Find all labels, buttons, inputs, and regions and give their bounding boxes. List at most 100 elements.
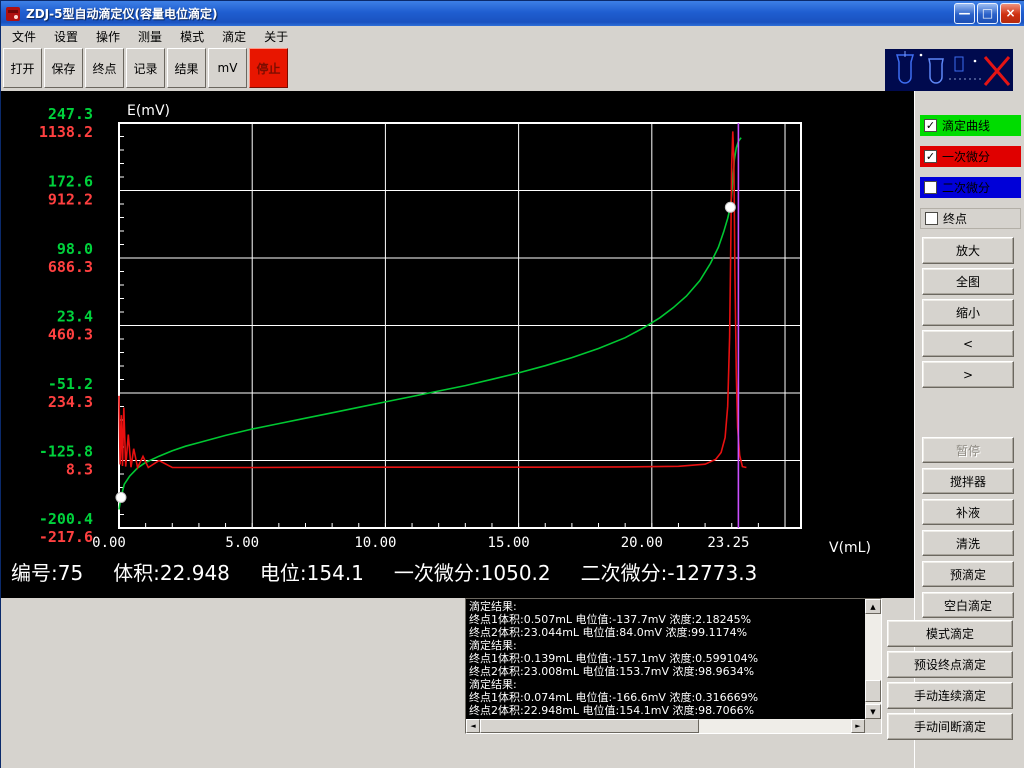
- button-zoom-in[interactable]: 放大: [922, 237, 1014, 264]
- toolbar-button-open[interactable]: 打开: [3, 48, 42, 88]
- y-label-red: 912.2: [48, 191, 93, 209]
- x-label: 23.25: [707, 535, 749, 551]
- horizontal-scrollbar[interactable]: ◄ ►: [466, 719, 865, 733]
- scroll-right-icon[interactable]: ►: [851, 719, 865, 733]
- button-pre-titration[interactable]: 预滴定: [922, 561, 1014, 587]
- console-line: 滴定结果:: [469, 639, 863, 652]
- button-blank-titration[interactable]: 空白滴定: [922, 592, 1014, 618]
- toolbar-button-save[interactable]: 保存: [44, 48, 83, 88]
- button-manual-continuous-titration[interactable]: 手动连续滴定: [887, 682, 1013, 709]
- titration-curve: [119, 138, 741, 510]
- console-line: 终点1体积:0.139mL 电位值:-157.1mV 浓度:0.599104%: [469, 652, 863, 665]
- menu-item-titration[interactable]: 滴定: [213, 26, 255, 47]
- button-clean[interactable]: 清洗: [922, 530, 1014, 556]
- minimize-button[interactable]: —: [954, 3, 975, 24]
- x-label: 0.00: [92, 535, 126, 551]
- x-label: 20.00: [621, 535, 663, 551]
- console-line: 终点2体积:22.948mL 电位值:154.1mV 浓度:98.7066%: [469, 704, 863, 717]
- y-label-red: 234.3: [48, 393, 93, 411]
- scroll-left-icon[interactable]: ◄: [466, 719, 480, 733]
- maximize-button[interactable]: □: [977, 3, 998, 24]
- status-number: 编号:75: [11, 561, 83, 585]
- scroll-up-icon[interactable]: ▲: [865, 599, 881, 614]
- y-label-red: 1138.2: [39, 123, 93, 141]
- console-line: 终点2体积:23.044mL 电位值:84.0mV 浓度:99.1174%: [469, 626, 863, 639]
- toolbar-buttons: 打开保存终点记录结果mV停止: [3, 48, 288, 88]
- toolbar-button-endpoint[interactable]: 终点: [85, 48, 124, 88]
- y-label-green: 98.0: [57, 240, 93, 258]
- console-line: 滴定结果:: [469, 600, 863, 613]
- legend-label-titration-curve: 滴定曲线: [942, 117, 990, 134]
- scroll-down-icon[interactable]: ▼: [865, 704, 881, 719]
- button-stirrer[interactable]: 搅拌器: [922, 468, 1014, 494]
- checkbox-endpoint[interactable]: [925, 212, 938, 225]
- status-line: 编号:75体积:22.948电位:154.1一次微分:1050.2二次微分:-1…: [11, 557, 787, 586]
- checkbox-first-derivative[interactable]: ✓: [924, 150, 937, 163]
- y-label-red: 686.3: [48, 258, 93, 276]
- checkbox-titration-curve[interactable]: ✓: [924, 119, 937, 132]
- y-label-green: 172.6: [48, 173, 93, 191]
- vertical-scrollbar[interactable]: ▲ ▼: [865, 599, 881, 719]
- toolbar-button-record[interactable]: 记录: [126, 48, 165, 88]
- legend-row-first-derivative[interactable]: ✓ 一次微分: [920, 146, 1021, 167]
- endpoint-marker: [725, 202, 735, 212]
- y-label-red: 8.3: [66, 461, 93, 479]
- legend-row-titration-curve[interactable]: ✓ 滴定曲线: [920, 115, 1021, 136]
- toolbar-button-result[interactable]: 结果: [167, 48, 206, 88]
- console-line: 终点2体积:23.008mL 电位值:153.7mV 浓度:98.9634%: [469, 665, 863, 678]
- app-window: ZDJ-5型自动滴定仪(容量电位滴定) — □ × 文件设置操作测量模式滴定关于…: [0, 0, 1024, 768]
- y-label-green: -200.4: [39, 510, 93, 528]
- curve-legend: ✓ 滴定曲线 ✓ 一次微分二次微分终点: [920, 115, 1021, 239]
- button-refill[interactable]: 补液: [922, 499, 1014, 525]
- window-controls: — □ ×: [954, 3, 1021, 24]
- horizontal-scroll-thumb[interactable]: [480, 719, 699, 733]
- button-full-view[interactable]: 全图: [922, 268, 1014, 295]
- status-volume: 体积:22.948: [113, 561, 230, 585]
- console-text: 滴定结果:终点1体积:0.507mL 电位值:-137.7mV 浓度:2.182…: [469, 600, 863, 717]
- legend-label-endpoint: 终点: [943, 210, 967, 227]
- menu-item-operation[interactable]: 操作: [87, 26, 129, 47]
- close-button[interactable]: ×: [1000, 3, 1021, 24]
- menu-item-settings[interactable]: 设置: [45, 26, 87, 47]
- toolbar-button-mv[interactable]: mV: [208, 48, 247, 88]
- x-label: 5.00: [225, 535, 259, 551]
- menu-item-about[interactable]: 关于: [255, 26, 297, 47]
- console-line: 滴定结果:: [469, 678, 863, 691]
- x-axis-title: V(mL): [829, 540, 871, 556]
- button-pan-left[interactable]: <: [922, 330, 1014, 357]
- status-first-derivative: 一次微分:1050.2: [394, 561, 551, 585]
- button-preset-endpoint-titration[interactable]: 预设终点滴定: [887, 651, 1013, 678]
- legend-row-endpoint[interactable]: 终点: [920, 208, 1021, 229]
- y-label-green: 247.3: [48, 105, 93, 123]
- y-axis-title: E(mV): [127, 103, 170, 119]
- checkbox-second-derivative[interactable]: [924, 181, 937, 194]
- status-second-derivative: 二次微分:-12773.3: [581, 561, 758, 585]
- y-label-green: 23.4: [57, 308, 93, 326]
- button-zoom-out[interactable]: 缩小: [922, 299, 1014, 326]
- y-label-green: -51.2: [48, 375, 93, 393]
- button-pause[interactable]: 暂停: [922, 437, 1014, 463]
- zoom-buttons: 放大全图缩小 < >: [922, 237, 1014, 392]
- legend-label-first-derivative: 一次微分: [942, 148, 990, 165]
- menu-item-mode[interactable]: 模式: [171, 26, 213, 47]
- button-manual-intermittent-titration[interactable]: 手动间断滴定: [887, 713, 1013, 740]
- vertical-scroll-thumb[interactable]: [865, 680, 881, 702]
- button-mode-titration[interactable]: 模式滴定: [887, 620, 1013, 647]
- toolbar: 打开保存终点记录结果mV停止: [1, 46, 1024, 91]
- results-console: 滴定结果:终点1体积:0.507mL 电位值:-137.7mV 浓度:2.182…: [465, 598, 882, 734]
- device-graphic: [885, 49, 1013, 91]
- menu-item-measure[interactable]: 测量: [129, 26, 171, 47]
- legend-row-second-derivative[interactable]: 二次微分: [920, 177, 1021, 198]
- console-line: 终点1体积:0.074mL 电位值:-166.6mV 浓度:0.316669%: [469, 691, 863, 704]
- y-label-red: 460.3: [48, 326, 93, 344]
- titlebar: ZDJ-5型自动滴定仪(容量电位滴定) — □ ×: [1, 1, 1024, 26]
- y-label-red: -217.6: [39, 528, 93, 546]
- legend-label-second-derivative: 二次微分: [942, 179, 990, 196]
- button-pan-right[interactable]: >: [922, 361, 1014, 388]
- toolbar-button-stop[interactable]: 停止: [249, 48, 288, 88]
- scrollbar-corner: [865, 719, 881, 733]
- menu-item-file[interactable]: 文件: [3, 26, 45, 47]
- window-title: ZDJ-5型自动滴定仪(容量电位滴定): [26, 5, 954, 22]
- x-label: 15.00: [488, 535, 530, 551]
- console-line: 终点1体积:0.507mL 电位值:-137.7mV 浓度:2.18245%: [469, 613, 863, 626]
